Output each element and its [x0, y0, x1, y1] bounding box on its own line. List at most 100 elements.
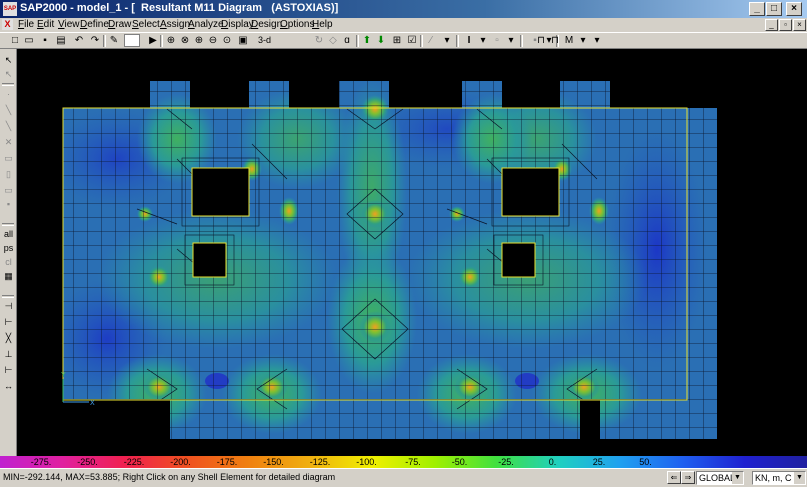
- undo-icon[interactable]: ↶: [72, 34, 86, 47]
- up-icon[interactable]: ⬆: [360, 34, 374, 47]
- toolbar-separator: [2, 223, 14, 226]
- down-icon[interactable]: ⬇: [374, 34, 388, 47]
- menu-display[interactable]: Display: [221, 19, 254, 30]
- draw-brace-icon[interactable]: ✕: [2, 137, 15, 148]
- menu-draw[interactable]: Draw: [108, 19, 131, 30]
- title-bar: SAP SAP2000 - model_1 - [ Resultant M11 …: [0, 0, 807, 18]
- toolbar-separator: [2, 83, 14, 86]
- legend-tick-label: -25.: [498, 457, 514, 467]
- joint-icon[interactable]: ▫: [490, 34, 504, 47]
- menu-analyze[interactable]: Analyze: [188, 19, 224, 30]
- units-value: KN, m, C: [755, 473, 792, 483]
- menu-select[interactable]: Select: [132, 19, 160, 30]
- dropdown-arrow-icon[interactable]: ▾: [590, 34, 604, 47]
- zoom-out-icon[interactable]: ⊖: [206, 34, 220, 47]
- draw-poly-area-icon[interactable]: ▯: [2, 169, 15, 180]
- resultant-m11-diagram[interactable]: Y X: [17, 49, 807, 456]
- reshape-icon[interactable]: ↖: [2, 69, 15, 80]
- dropdown-arrow-icon[interactable]: ▾: [476, 34, 490, 47]
- draw-joint-icon[interactable]: ·: [2, 89, 15, 100]
- snap-middle-icon[interactable]: ↔: [2, 381, 15, 392]
- close-button[interactable]: ×: [786, 2, 802, 16]
- lock-icon[interactable]: [124, 34, 140, 47]
- rotate-icon[interactable]: ↻: [312, 34, 326, 47]
- zoom-restore-icon[interactable]: ⊗: [178, 34, 192, 47]
- legend-tick-label: -200.: [170, 457, 191, 467]
- snap-intersections-icon[interactable]: ╳: [2, 333, 15, 344]
- pointer-icon[interactable]: ↖: [2, 55, 15, 66]
- legend-tick-label: -225.: [123, 457, 145, 467]
- next-button[interactable]: ⇒: [681, 471, 695, 484]
- quick-frame-icon[interactable]: ╲: [2, 121, 15, 132]
- menu-assign[interactable]: Assign: [160, 19, 190, 30]
- pan-icon[interactable]: ⊙: [220, 34, 234, 47]
- units-select[interactable]: KN, m, C ▼: [752, 471, 806, 485]
- dropdown-arrow-icon[interactable]: ▾: [504, 34, 518, 47]
- display-options-icon[interactable]: ☑: [405, 34, 419, 47]
- draw-frame-icon[interactable]: ╲: [2, 105, 15, 116]
- mdi-close-button[interactable]: ×: [793, 19, 806, 31]
- toolbar-separator: [2, 295, 14, 298]
- quick-area-icon[interactable]: ▪: [2, 199, 15, 210]
- select-all-icon[interactable]: all: [2, 229, 15, 240]
- legend-tick-label: 25.: [592, 457, 606, 467]
- print-icon[interactable]: ▤: [54, 34, 68, 47]
- menu-help[interactable]: Help: [312, 19, 333, 30]
- legend-tick-label: 50.: [639, 457, 652, 467]
- set-elements-icon[interactable]: ⁄: [424, 34, 438, 47]
- redo-icon[interactable]: ↷: [88, 34, 102, 47]
- menu-define[interactable]: Define: [80, 19, 109, 30]
- maximize-button[interactable]: □: [766, 2, 782, 16]
- legend-tick-label: 0.: [548, 457, 557, 467]
- menu-edit[interactable]: Edit: [37, 19, 54, 30]
- perspective-toggle-icon[interactable]: ɑ: [340, 34, 354, 47]
- model-view[interactable]: Y X: [17, 49, 807, 456]
- snap-joints-icon[interactable]: ⊣: [2, 301, 15, 312]
- minimize-button[interactable]: _: [749, 2, 765, 16]
- contour-legend: -275. -250. -225. -200. -175. -150. -125. -100.…: [0, 456, 807, 468]
- view-3d-icon[interactable]: ▣: [236, 34, 250, 47]
- draw-link-icon[interactable]: ▭: [2, 153, 15, 164]
- svg-text:X: X: [90, 400, 95, 407]
- menu-options[interactable]: Options: [280, 19, 314, 30]
- legend-tick-label: -150.: [263, 457, 284, 467]
- snap-ends-icon[interactable]: ⊢: [2, 317, 15, 328]
- slab-contour: [63, 81, 717, 439]
- svg-text:Y: Y: [61, 372, 66, 379]
- new-file-icon[interactable]: □: [8, 34, 22, 47]
- previous-button[interactable]: ⇐: [667, 471, 681, 484]
- menu-view[interactable]: View: [58, 19, 80, 30]
- previous-selection-icon[interactable]: ps: [2, 243, 15, 254]
- dropdown-arrow-icon[interactable]: ▾: [576, 34, 590, 47]
- mdi-minimize-button[interactable]: _: [765, 19, 778, 31]
- dropdown-arrow-icon[interactable]: ▾: [440, 34, 454, 47]
- menu-file[interactable]: File: [18, 19, 34, 30]
- snap-perpendicular-icon[interactable]: ⊥: [2, 349, 15, 360]
- left-toolbar: ↖ ↖ · ╲ ╲ ✕ ▭ ▯ ▭ ▪ all ps cl ▦ ⊣ ⊢ ╳ ⊥ …: [0, 49, 17, 456]
- menu-design[interactable]: Design: [251, 19, 282, 30]
- coordinate-system-select[interactable]: GLOBAL ▼: [696, 471, 744, 485]
- view-3d-button[interactable]: 3-d: [258, 34, 271, 47]
- draw-rect-area-icon[interactable]: ▭: [2, 185, 15, 196]
- save-icon[interactable]: ▪: [38, 34, 52, 47]
- deformed-icon[interactable]: ⊓: [534, 34, 548, 47]
- frame-forces-icon[interactable]: ⊓: [548, 34, 562, 47]
- perspective-icon[interactable]: ◇: [326, 34, 340, 47]
- sap2000-app-icon[interactable]: SAP: [3, 2, 17, 16]
- frame-section-icon[interactable]: I: [462, 34, 476, 47]
- document-icon[interactable]: X: [2, 19, 13, 30]
- run-icon[interactable]: ▶: [146, 34, 160, 47]
- moment-icon[interactable]: M: [562, 34, 576, 47]
- legend-tick-label: -175.: [216, 457, 238, 467]
- clear-selection-icon[interactable]: cl: [2, 257, 15, 268]
- chevron-down-icon: ▼: [794, 472, 805, 484]
- snap-lines-icon[interactable]: ⊢: [2, 365, 15, 376]
- object-shrink-icon[interactable]: ⊞: [390, 34, 404, 47]
- zoom-rubber-band-icon[interactable]: ⊕: [164, 34, 178, 47]
- intersect-icon[interactable]: ▦: [2, 271, 15, 282]
- open-folder-icon[interactable]: ▭: [22, 34, 36, 47]
- chevron-down-icon: ▼: [732, 472, 743, 484]
- pencil-icon[interactable]: ✎: [107, 34, 121, 47]
- zoom-in-icon[interactable]: ⊕: [192, 34, 206, 47]
- mdi-restore-button[interactable]: ▫: [779, 19, 792, 31]
